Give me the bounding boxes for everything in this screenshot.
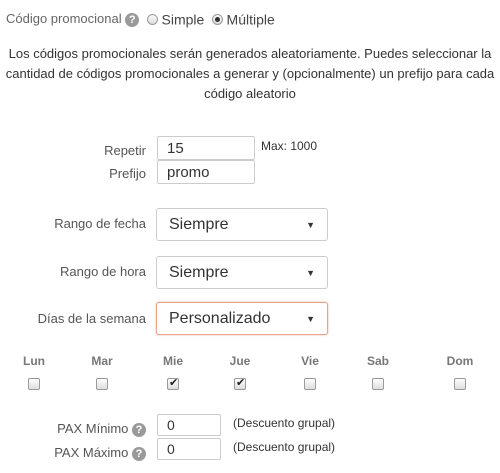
- radio-simple-label[interactable]: Simple: [162, 12, 205, 28]
- question-icon[interactable]: ?: [132, 422, 146, 437]
- question-icon[interactable]: ?: [125, 12, 140, 27]
- day-name: Vie: [301, 354, 319, 368]
- pax-max-label: PAX Máximo: [54, 445, 129, 460]
- day-lun: Lun: [14, 354, 54, 395]
- day-name: Mie: [162, 354, 183, 368]
- day-name: Dom: [446, 354, 474, 368]
- pax-min-note: (Descuento grupal): [233, 416, 336, 430]
- pax-min-input[interactable]: 0: [157, 414, 221, 436]
- date-range-value: Siempre: [169, 215, 229, 233]
- day-checkbox-mie[interactable]: [167, 376, 179, 390]
- day-name: Jue: [229, 354, 251, 368]
- repeat-max-note: Max: 1000: [261, 139, 318, 153]
- radio-simple[interactable]: [146, 14, 158, 26]
- weekdays-select[interactable]: Personalizado ▼: [156, 302, 328, 335]
- prefix-input[interactable]: promo: [157, 160, 255, 184]
- pax-max-row-label: PAX Máximo ?: [20, 445, 146, 461]
- chevron-down-icon: ▼: [306, 267, 315, 278]
- date-range-select[interactable]: Siempre ▼: [156, 208, 328, 241]
- weekdays-label: Días de la semana: [37, 311, 146, 326]
- day-checkbox-sab[interactable]: [372, 378, 384, 390]
- radio-multiple-label[interactable]: Múltiple: [227, 12, 275, 28]
- day-vie: Vie: [290, 354, 330, 395]
- promo-description: Los códigos promocionales serán generado…: [5, 46, 495, 101]
- repeat-input[interactable]: 15: [157, 136, 255, 160]
- promo-code-label: Código promocional: [6, 11, 122, 26]
- chevron-down-icon: ▼: [306, 313, 315, 324]
- day-mie: Mie: [153, 354, 193, 395]
- weekdays-value: Personalizado: [169, 309, 271, 327]
- day-dom: Dom: [440, 354, 480, 395]
- repeat-label: Repetir: [104, 143, 146, 158]
- pax-min-row-label: PAX Mínimo ?: [20, 421, 146, 437]
- question-icon[interactable]: ?: [132, 446, 146, 461]
- day-jue: Jue: [220, 354, 260, 395]
- date-range-label: Rango de fecha: [54, 216, 146, 231]
- pax-max-value: 0: [167, 441, 175, 457]
- day-checkbox-dom[interactable]: [454, 378, 466, 390]
- pax-max-input[interactable]: 0: [157, 438, 221, 460]
- pax-min-label: PAX Mínimo: [57, 421, 129, 436]
- day-name: Mar: [91, 354, 113, 368]
- pax-min-value: 0: [167, 417, 175, 433]
- time-range-value: Siempre: [169, 263, 229, 281]
- radio-multiple[interactable]: [211, 14, 223, 26]
- repeat-value: 15: [167, 139, 184, 157]
- prefix-label: Prefijo: [109, 166, 146, 181]
- day-name: Lun: [23, 354, 45, 368]
- day-checkbox-vie[interactable]: [304, 378, 316, 390]
- prefix-value: promo: [167, 163, 210, 181]
- time-range-label: Rango de hora: [59, 264, 146, 279]
- day-checkbox-jue[interactable]: [234, 376, 246, 390]
- chevron-down-icon: ▼: [306, 219, 315, 230]
- day-sab: Sab: [358, 354, 398, 395]
- pax-max-note: (Descuento grupal): [233, 440, 336, 454]
- promo-code-row: Código promocional ? Simple Múltiple: [6, 11, 275, 28]
- time-range-select[interactable]: Siempre ▼: [156, 256, 328, 289]
- day-name: Sab: [366, 354, 389, 368]
- day-checkbox-mar[interactable]: [96, 378, 108, 390]
- day-checkbox-lun[interactable]: [28, 378, 40, 390]
- day-mar: Mar: [82, 354, 122, 395]
